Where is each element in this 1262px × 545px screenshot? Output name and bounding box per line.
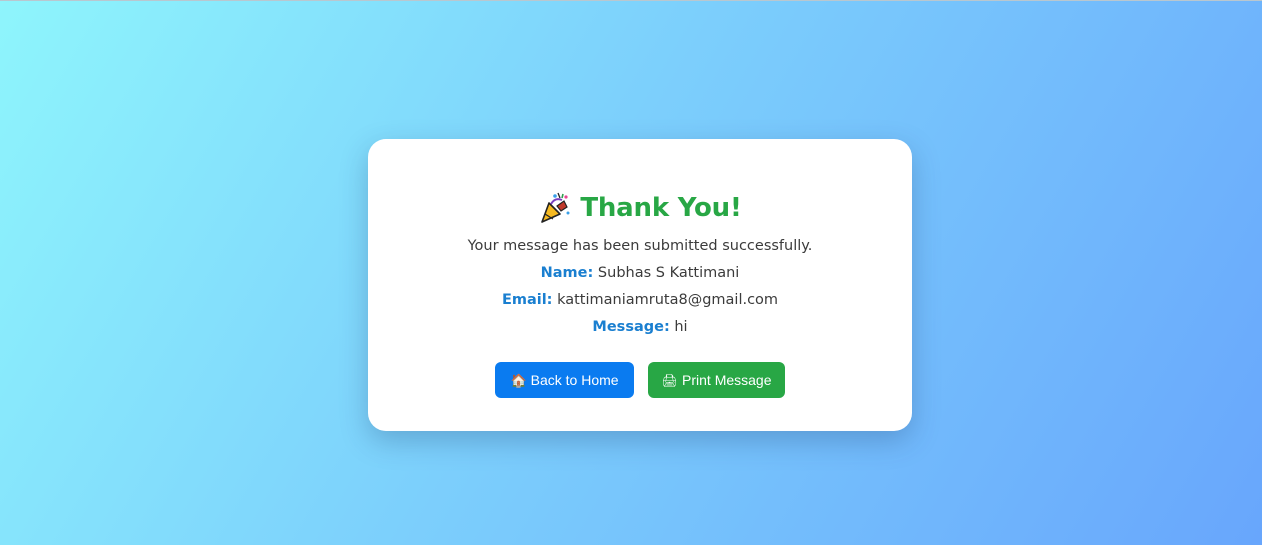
back-to-home-button[interactable]: 🏠 Back to Home	[495, 362, 634, 398]
name-row: Name: Subhas S Kattimani	[368, 265, 912, 281]
name-value: Subhas S Kattimani	[597, 265, 740, 281]
success-message: Your message has been submitted successf…	[467, 238, 813, 254]
message-label: Message:	[592, 319, 670, 335]
print-message-label: Print Message	[682, 372, 772, 388]
title-row: Thank You!	[368, 189, 912, 227]
email-row: Email: kattimaniamruta8@gmail.com	[368, 292, 912, 308]
message-value: hi	[674, 319, 688, 335]
print-message-button[interactable]: 🖨 Print Message	[648, 362, 785, 398]
home-icon: 🏠	[510, 372, 527, 388]
email-label: Email:	[501, 292, 553, 308]
page-title: Thank You!	[580, 193, 742, 223]
printer-icon: 🖨	[661, 372, 679, 388]
action-buttons: 🏠 Back to Home 🖨 Print Message	[368, 362, 912, 398]
back-to-home-label: Back to Home	[530, 372, 619, 388]
party-popper-icon	[538, 191, 572, 225]
thank-you-card: Thank You! Your message has been submitt…	[368, 139, 912, 431]
email-value: kattimaniamruta8@gmail.com	[557, 292, 779, 308]
message-row: Message: hi	[368, 319, 912, 335]
top-border	[0, 0, 1262, 1]
name-label: Name:	[540, 265, 594, 281]
